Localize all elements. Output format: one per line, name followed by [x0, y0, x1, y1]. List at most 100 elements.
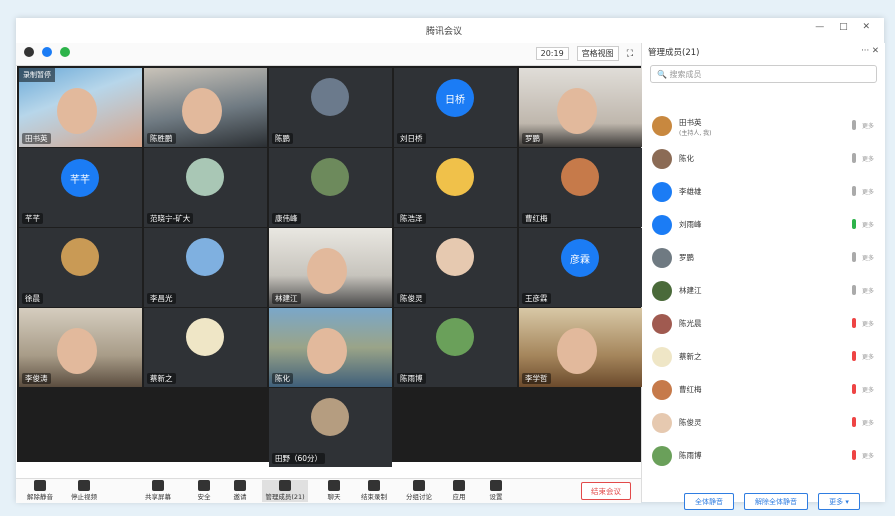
toolbar-button[interactable]: 应用 — [441, 480, 477, 502]
avatar — [652, 446, 672, 466]
video-tile[interactable]: 李学哲 — [519, 308, 642, 387]
list-item[interactable]: 陈光晨 更多 — [652, 313, 877, 335]
participant-face — [307, 248, 347, 294]
list-item[interactable]: 刘雨峰 更多 — [652, 214, 877, 236]
list-item[interactable]: 林建江 更多 — [652, 280, 877, 302]
list-item[interactable]: 田书英 (主持人, 我) 更多 — [652, 115, 877, 137]
list-item[interactable]: 李雄雄 更多 — [652, 181, 877, 203]
more-label[interactable]: 更多 — [862, 286, 874, 295]
video-tile[interactable]: 录制暂停 田书英 — [19, 68, 142, 147]
video-tile[interactable]: 芊芊 芊芊 — [19, 148, 142, 227]
microphone-icon[interactable] — [852, 351, 856, 361]
avatar — [436, 158, 474, 196]
toolbar-button[interactable]: 管理成员(21) — [262, 480, 308, 502]
more-button[interactable]: 更多 ▾ — [818, 493, 860, 510]
video-tile[interactable]: 曹红梅 — [519, 148, 642, 227]
participant-name: 林建江 — [272, 293, 301, 304]
toolbar-button[interactable]: 解除静音 — [22, 480, 58, 502]
toolbar-button[interactable]: 结束录制 — [356, 480, 392, 502]
video-tile[interactable]: 徐晨 — [19, 228, 142, 307]
video-tile[interactable]: 李俊涛 — [19, 308, 142, 387]
video-tile[interactable]: 陈鹏 — [269, 68, 392, 147]
video-tile[interactable]: 蔡新之 — [144, 308, 267, 387]
shield-icon[interactable] — [42, 47, 52, 57]
toolbar-button[interactable]: 聊天 — [316, 480, 352, 502]
video-tile[interactable]: 陈俊灵 — [394, 228, 517, 307]
toolbar-button[interactable]: 分组讨论 — [401, 480, 437, 502]
microphone-icon[interactable] — [852, 384, 856, 394]
more-label[interactable]: 更多 — [862, 187, 874, 196]
video-tile[interactable]: 林建江 — [269, 228, 392, 307]
microphone-icon[interactable] — [852, 120, 856, 130]
toolbar-button[interactable]: 停止视频 — [66, 480, 102, 502]
avatar — [652, 347, 672, 367]
member-name: 曹红梅 — [679, 385, 702, 394]
participant-face — [57, 328, 97, 374]
more-label[interactable]: 更多 — [862, 418, 874, 427]
toolbar-icon — [453, 480, 465, 491]
more-label[interactable]: 更多 — [862, 253, 874, 262]
video-tile[interactable]: 田野（60分） — [269, 388, 392, 467]
end-meeting-button[interactable]: 结束会议 — [581, 482, 631, 500]
toolbar-button[interactable]: 安全 — [186, 480, 222, 502]
list-item[interactable]: 曹红梅 更多 — [652, 379, 877, 401]
participant-name: 范晓宁-矿大 — [147, 213, 194, 224]
view-switch-button[interactable]: 宫格视图 — [576, 46, 619, 61]
participant-name: 曹红梅 — [522, 213, 551, 224]
video-tile[interactable]: 李昌光 — [144, 228, 267, 307]
video-tile[interactable]: 陈雨博 — [394, 308, 517, 387]
video-tile[interactable]: 日桥 刘日桥 — [394, 68, 517, 147]
avatar — [311, 398, 349, 436]
recording-badge[interactable]: 录制暂停 — [19, 68, 55, 82]
participant-face — [557, 88, 597, 134]
toolbar-button[interactable]: 共享屏幕 — [140, 480, 176, 502]
list-item[interactable]: 陈化 更多 — [652, 148, 877, 170]
microphone-icon[interactable] — [852, 153, 856, 163]
more-label[interactable]: 更多 — [862, 319, 874, 328]
list-item[interactable]: 陈雨博 更多 — [652, 445, 877, 467]
more-label[interactable]: 更多 — [862, 352, 874, 361]
video-tile[interactable]: 罗鹏 — [519, 68, 642, 147]
window-controls[interactable]: — □ ✕ — [815, 22, 876, 32]
info-icon[interactable] — [24, 47, 34, 57]
more-label[interactable]: 更多 — [862, 121, 874, 130]
microphone-icon[interactable] — [852, 219, 856, 229]
toolbar-button[interactable]: 设置 — [478, 480, 514, 502]
avatar — [311, 78, 349, 116]
microphone-icon[interactable] — [852, 450, 856, 460]
more-label[interactable]: 更多 — [862, 220, 874, 229]
video-tile[interactable]: 陈化 — [269, 308, 392, 387]
video-tile[interactable]: 康伟峰 — [269, 148, 392, 227]
microphone-icon[interactable] — [852, 252, 856, 262]
participant-name: 李学哲 — [522, 373, 551, 384]
video-tile[interactable]: 陈浩泽 — [394, 148, 517, 227]
unmute-all-button[interactable]: 解除全体静音 — [744, 493, 808, 510]
signal-icon[interactable] — [60, 47, 70, 57]
member-name: 陈俊灵 — [679, 418, 702, 427]
participant-name: 康伟峰 — [272, 213, 301, 224]
microphone-icon[interactable] — [852, 186, 856, 196]
toolbar-label: 结束录制 — [361, 493, 387, 501]
video-tile[interactable]: 彦霖 王彦霖 — [519, 228, 642, 307]
microphone-icon[interactable] — [852, 318, 856, 328]
list-item[interactable]: 罗鹏 更多 — [652, 247, 877, 269]
toolbar-button[interactable]: 邀请 — [222, 480, 258, 502]
member-search-input[interactable]: 🔍 搜索成员 — [650, 65, 877, 83]
participant-name: 李俊涛 — [22, 373, 51, 384]
fullscreen-icon[interactable]: ⛶ — [627, 49, 633, 59]
list-item[interactable]: 蔡新之 更多 — [652, 346, 877, 368]
microphone-icon[interactable] — [852, 285, 856, 295]
more-label[interactable]: 更多 — [862, 154, 874, 163]
avatar — [186, 158, 224, 196]
microphone-icon[interactable] — [852, 417, 856, 427]
participant-name: 蔡新之 — [147, 373, 176, 384]
more-label[interactable]: 更多 — [862, 451, 874, 460]
mute-all-button[interactable]: 全体静音 — [684, 493, 734, 510]
panel-controls[interactable]: ··· ✕ — [861, 46, 879, 56]
member-name: 陈化 — [679, 154, 694, 163]
bottom-toolbar: 解除静音 停止视频 共享屏幕 安全 邀请 管理成员(21) 聊天 结束录制 分组讨论 应用 设置 结… — [16, 478, 641, 503]
more-label[interactable]: 更多 — [862, 385, 874, 394]
list-item[interactable]: 陈俊灵 更多 — [652, 412, 877, 434]
video-tile[interactable]: 陈胜鹏 — [144, 68, 267, 147]
video-tile[interactable]: 范晓宁-矿大 — [144, 148, 267, 227]
